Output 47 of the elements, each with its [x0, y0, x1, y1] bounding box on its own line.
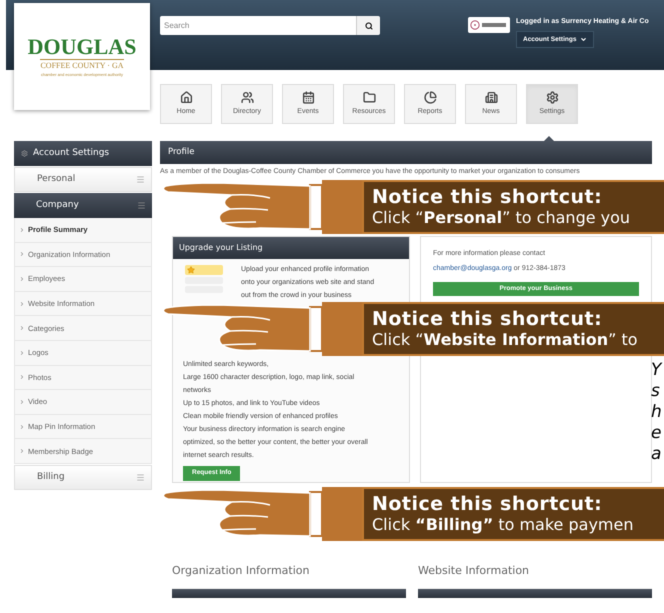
- settings-icon: [546, 90, 558, 104]
- chevron-icon: [19, 325, 25, 332]
- chevron-icon: [19, 448, 25, 454]
- buildings-icon: [484, 90, 498, 104]
- callout-text: Click “Personal” to change you: [372, 210, 632, 226]
- calendar-icon: [302, 90, 314, 104]
- callout-heading: Notice this shortcut:: [372, 310, 604, 329]
- callout-heading: Notice this shortcut:: [372, 188, 604, 207]
- section-heading: Organization Information: [172, 563, 310, 579]
- card-header: Upgrade your Listing: [173, 237, 409, 259]
- menu-icon[interactable]: [136, 472, 145, 482]
- folder-icon: [362, 90, 376, 104]
- company-logo-icon: [468, 17, 510, 33]
- search-icon: [364, 22, 372, 30]
- chevron-icon: [19, 424, 25, 430]
- side-note-text: a: [651, 444, 662, 465]
- section-heading: Website Information: [418, 563, 530, 579]
- sidebar-section[interactable]: Billing: [14, 464, 152, 490]
- chevron-icon: [19, 350, 25, 356]
- chevron-icon: [19, 226, 25, 233]
- chevron-icon: [19, 251, 25, 258]
- callout-text: Click “Billing” to make paymen: [372, 517, 634, 533]
- home-icon: [180, 90, 192, 104]
- side-note-text: s: [651, 381, 661, 402]
- chevron-icon: [19, 276, 25, 282]
- side-note-text: Y: [651, 360, 662, 381]
- pie-chart-icon: [424, 90, 436, 104]
- menu-icon[interactable]: [137, 201, 146, 210]
- search-button[interactable]: [356, 16, 380, 35]
- sidebar-header: Account Settings: [14, 141, 152, 166]
- sidebar-section[interactable]: Company: [14, 193, 152, 218]
- people-icon: [240, 90, 254, 104]
- callout-text: Click “Website Information” to: [372, 332, 639, 348]
- sidebar-section[interactable]: Personal: [14, 167, 152, 192]
- chevron-icon: [19, 398, 25, 405]
- menu-icon[interactable]: [136, 175, 145, 184]
- logo-region: COFFEE COUNTY · GA: [40, 58, 124, 72]
- chevron-icon: [19, 374, 25, 380]
- pointer-notch-icon: [544, 136, 554, 141]
- chevron-icon: [19, 300, 25, 307]
- side-note-text: e: [651, 423, 662, 444]
- side-note-text: h: [651, 402, 662, 423]
- settings-icon: [21, 150, 28, 157]
- caret-icon: [580, 36, 588, 43]
- callout-heading: Notice this shortcut:: [372, 495, 604, 514]
- logo-name: DOUGLAS: [28, 36, 136, 58]
- search-field[interactable]: Search: [160, 16, 356, 35]
